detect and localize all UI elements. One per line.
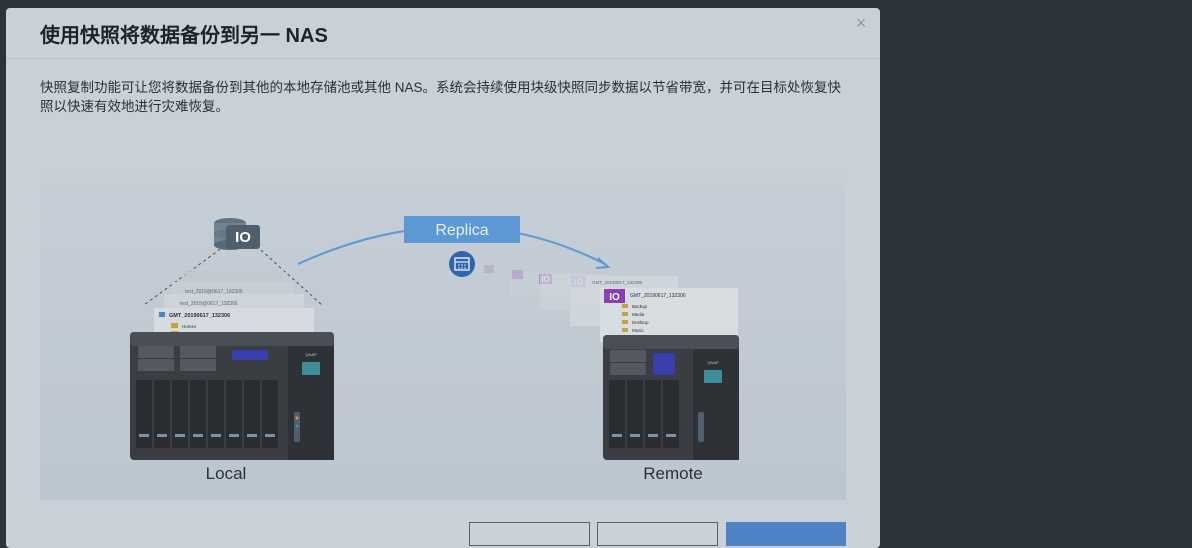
- remote-folder-label: Desktop: [632, 320, 649, 325]
- close-icon[interactable]: ×: [852, 14, 870, 32]
- local-label: Local: [206, 464, 247, 483]
- replica-label: Replica: [435, 222, 488, 239]
- replication-diagram: IO test_2019@0617_132306 test_2019@0617_…: [130, 216, 739, 483]
- local-snapshot-label: GMT_20190617_132306: [169, 313, 230, 319]
- remote-snapshot-stack: GMT_20190617_132306 IO GMT_20190617_1323…: [510, 270, 738, 342]
- local-snapshot-stack: test_2019@0617_132306 test_2019@0617_132…: [154, 270, 314, 338]
- remote-folder-label: Backup: [632, 304, 648, 309]
- local-folder-label: Homes: [182, 324, 197, 329]
- replication-illustration: IO test_2019@0617_132306 test_2019@0617_…: [40, 170, 846, 500]
- footer-primary-button[interactable]: [726, 522, 846, 546]
- snapshot-badge-icon: [484, 265, 494, 273]
- remote-snapshot-label: GMT_20190617_132306: [592, 280, 643, 285]
- local-snapshot-label: test_2019@0617_132306: [180, 301, 238, 307]
- remote-nas-brand: QNAP: [707, 360, 719, 365]
- local-nas-device: QNAP: [130, 332, 334, 460]
- dialog-description: 快照复制功能可让您将数据备份到其他的本地存储池或其他 NAS。系统会持续使用块级…: [40, 80, 842, 114]
- footer-button-2[interactable]: [597, 522, 718, 546]
- remote-folder-label: Media: [632, 312, 645, 317]
- local-nas-brand: QNAP: [305, 352, 317, 357]
- remote-nas-device: QNAP: [603, 335, 739, 460]
- dialog-title: 使用快照将数据备份到另一 NAS: [40, 24, 328, 47]
- remote-folder-label: Music: [632, 328, 645, 333]
- remote-label: Remote: [643, 464, 703, 483]
- remote-snapshot-label: GMT_20190617_132306: [630, 293, 686, 299]
- footer-button-1[interactable]: [469, 522, 590, 546]
- io-badge-icon: IO: [226, 225, 260, 249]
- snapshot-badge-text: IO: [609, 292, 620, 303]
- snapshot-replica-dialog: 使用快照将数据备份到另一 NAS × 快照复制功能可让您将数据备份到其他的本地存…: [6, 8, 880, 548]
- io-badge-text: IO: [235, 229, 251, 246]
- dialog-header: 使用快照将数据备份到另一 NAS ×: [6, 8, 880, 59]
- calendar-icon: [449, 251, 475, 277]
